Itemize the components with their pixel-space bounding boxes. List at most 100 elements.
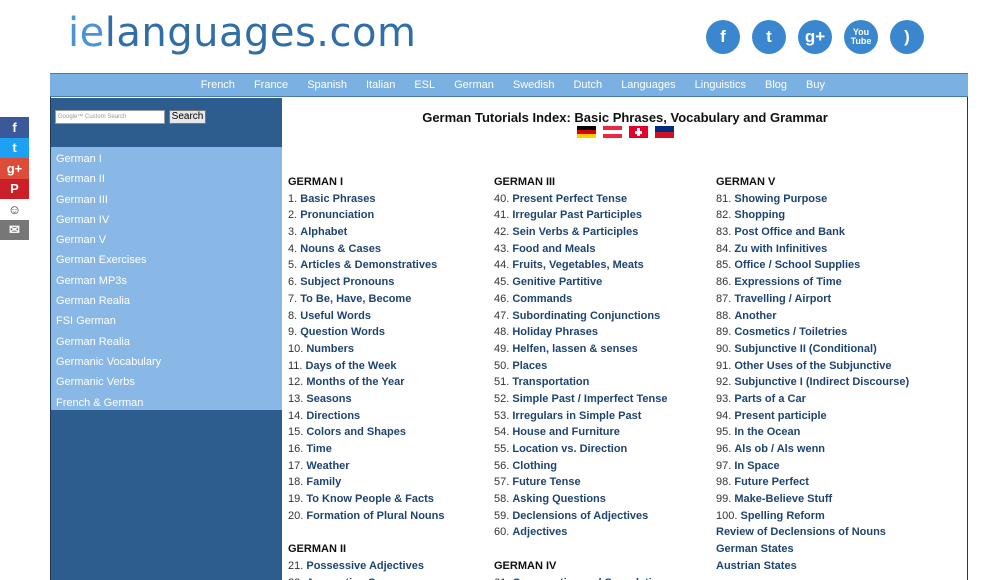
tutorial-link[interactable]: 86. Expressions of Time [716,274,909,291]
tutorial-link[interactable]: 83. Post Office and Bank [716,224,909,241]
tutorial-link[interactable]: 45. Genitive Partitive [494,274,667,291]
tutorial-link[interactable]: 94. Present participle [716,408,909,425]
sidebar-item[interactable]: Germanic Vocabulary [51,352,282,372]
tutorial-link[interactable]: Review of Declensions of Nouns [716,524,909,541]
twitter-icon[interactable]: t [752,20,786,54]
tutorial-link[interactable]: 88. Another [716,308,909,325]
tutorial-link[interactable]: 50. Places [494,358,667,375]
nav-link-buy[interactable]: Buy [806,79,825,91]
tutorial-link[interactable]: 44. Fruits, Vegetables, Meats [494,257,667,274]
sidebar-item[interactable]: FSI German [51,311,282,331]
tutorial-link[interactable]: 55. Location vs. Direction [494,441,667,458]
tutorial-link[interactable]: 22. Accusative Case [288,575,444,580]
tutorial-link[interactable]: 98. Future Perfect [716,474,909,491]
tutorial-link[interactable]: 2. Pronunciation [288,207,444,224]
tutorial-link[interactable]: 4. Nouns & Cases [288,241,444,258]
tutorial-link[interactable]: 95. In the Ocean [716,424,909,441]
tutorial-link[interactable]: 97. In Space [716,458,909,475]
tutorial-link[interactable]: 91. Other Uses of the Subjunctive [716,358,909,375]
nav-link-french[interactable]: French [201,79,235,91]
twitter-icon[interactable]: t [0,137,29,158]
sidebar-item[interactable]: German Realia [51,291,282,311]
tutorial-link[interactable]: 12. Months of the Year [288,374,444,391]
nav-link-languages[interactable]: Languages [621,79,675,91]
nav-link-blog[interactable]: Blog [765,79,787,91]
sidebar-item[interactable]: German III [51,190,282,210]
site-logo[interactable]: ielanguages.com [68,10,416,56]
tutorial-link[interactable]: 18. Family [288,474,444,491]
tutorial-link[interactable]: 61. Comparative and Superlative [494,575,667,580]
tutorial-link[interactable]: 53. Irregulars in Simple Past [494,408,667,425]
email-icon[interactable]: ✉ [0,219,29,240]
tutorial-link[interactable]: 82. Shopping [716,207,909,224]
pinterest-icon[interactable]: P [0,178,29,199]
tutorial-link[interactable]: 81. Showing Purpose [716,191,909,208]
googleplus-icon[interactable]: g+ [798,20,832,54]
tutorial-link[interactable]: 57. Future Tense [494,474,667,491]
tutorial-link[interactable]: 52. Simple Past / Imperfect Tense [494,391,667,408]
tutorial-link[interactable]: 96. Als ob / Als wenn [716,441,909,458]
tutorial-link[interactable]: 100. Spelling Reform [716,508,909,525]
tutorial-link[interactable]: 99. Make-Believe Stuff [716,491,909,508]
tutorial-link[interactable]: 85. Office / School Supplies [716,257,909,274]
tutorial-link[interactable]: 92. Subjunctive I (Indirect Discourse) [716,374,909,391]
sidebar-item[interactable]: German Exercises [51,250,282,270]
tutorial-link[interactable]: 47. Subordinating Conjunctions [494,308,667,325]
nav-link-dutch[interactable]: Dutch [573,79,602,91]
nav-link-esl[interactable]: ESL [414,79,435,91]
tutorial-link[interactable]: 43. Food and Meals [494,241,667,258]
youtube-icon[interactable]: You Tube [844,20,878,54]
tutorial-link[interactable]: 17. Weather [288,458,444,475]
tutorial-link[interactable]: 6. Subject Pronouns [288,274,444,291]
tutorial-link[interactable]: 56. Clothing [494,458,667,475]
sidebar-item[interactable]: German II [51,169,282,189]
tutorial-link[interactable]: 14. Directions [288,408,444,425]
tutorial-link[interactable]: 90. Subjunctive II (Conditional) [716,341,909,358]
sidebar-item[interactable]: German I [51,149,282,169]
tutorial-link[interactable]: 13. Seasons [288,391,444,408]
nav-link-swedish[interactable]: Swedish [513,79,555,91]
tutorial-link[interactable]: 7. To Be, Have, Become [288,291,444,308]
tutorial-link[interactable]: 10. Numbers [288,341,444,358]
search-button[interactable]: Search [169,110,206,124]
tutorial-link[interactable]: 54. House and Furniture [494,424,667,441]
sidebar-item[interactable]: German Realia [51,332,282,352]
sidebar-item[interactable]: German MP3s [51,271,282,291]
facebook-icon[interactable]: f [0,117,29,138]
tutorial-link[interactable]: 49. Helfen, lassen & senses [494,341,667,358]
tutorial-link[interactable]: 60. Adjectives [494,524,667,541]
tutorial-link[interactable]: 89. Cosmetics / Toiletries [716,324,909,341]
tutorial-link[interactable]: 51. Transportation [494,374,667,391]
tutorial-link[interactable]: 19. To Know People & Facts [288,491,444,508]
nav-link-france[interactable]: France [254,79,288,91]
googleplus-icon[interactable]: g+ [0,158,29,179]
tutorial-link[interactable]: 8. Useful Words [288,308,444,325]
sidebar-item[interactable]: French & German [51,393,282,413]
tutorial-link[interactable]: 58. Asking Questions [494,491,667,508]
tutorial-link[interactable]: German States [716,541,909,558]
search-input[interactable]: Google™ Custom Search [55,110,165,124]
tutorial-link[interactable]: 48. Holiday Phrases [494,324,667,341]
tutorial-link[interactable]: 41. Irregular Past Participles [494,207,667,224]
tutorial-link[interactable]: 1. Basic Phrases [288,191,444,208]
tutorial-link[interactable]: 16. Time [288,441,444,458]
tutorial-link[interactable]: 59. Declensions of Adjectives [494,508,667,525]
nav-link-german[interactable]: German [454,79,494,91]
tutorial-link[interactable]: 3. Alphabet [288,224,444,241]
tutorial-link[interactable]: Austrian States [716,558,909,575]
reddit-icon[interactable]: ☺ [0,199,29,220]
tutorial-link[interactable]: 9. Question Words [288,324,444,341]
tutorial-link[interactable]: 20. Formation of Plural Nouns [288,508,444,525]
tutorial-link[interactable]: 11. Days of the Week [288,358,444,375]
rss-icon[interactable]: ) [890,20,924,54]
sidebar-item[interactable]: German V [51,230,282,250]
tutorial-link[interactable]: 87. Travelling / Airport [716,291,909,308]
nav-link-italian[interactable]: Italian [366,79,395,91]
nav-link-spanish[interactable]: Spanish [307,79,347,91]
sidebar-item[interactable]: German IV [51,210,282,230]
tutorial-link[interactable]: 84. Zu with Infinitives [716,241,909,258]
tutorial-link[interactable]: 21. Possessive Adjectives [288,558,444,575]
tutorial-link[interactable]: 42. Sein Verbs & Participles [494,224,667,241]
tutorial-link[interactable]: 5. Articles & Demonstratives [288,257,444,274]
tutorial-link[interactable]: 40. Present Perfect Tense [494,191,667,208]
